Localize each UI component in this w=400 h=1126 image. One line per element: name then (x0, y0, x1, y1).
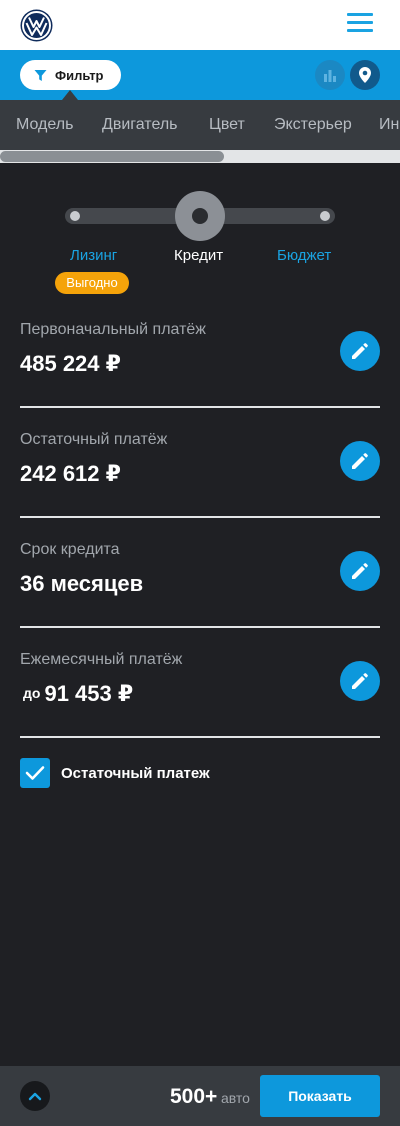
funnel-icon (34, 69, 47, 81)
divider (20, 516, 380, 518)
divider (20, 626, 380, 628)
divider (20, 736, 380, 738)
filter-button-label: Фильтр (55, 67, 104, 83)
field-label: Остаточный платёж (20, 431, 168, 448)
hamburger-menu-icon[interactable] (347, 13, 373, 37)
category-tabs: Модель Двигатель Цвет Экстерьер Ин (0, 100, 400, 150)
divider (20, 406, 380, 408)
scroll-up-button[interactable] (20, 1081, 50, 1111)
field-value: 485 224 ₽ (20, 351, 121, 376)
edit-residual-payment-button[interactable] (340, 441, 380, 481)
map-pin-icon (359, 67, 371, 83)
slider-stop-budget[interactable] (320, 211, 330, 221)
filter-button[interactable]: Фильтр (20, 60, 121, 90)
filter-pointer (62, 90, 78, 100)
pencil-icon (352, 563, 368, 579)
chart-button[interactable] (315, 60, 345, 90)
bottom-bar: 500+ авто Показать (0, 1066, 400, 1126)
chevron-up-icon (28, 1092, 42, 1101)
credit-term-field: Срок кредита 36 месяцев (20, 541, 380, 651)
field-value: 36 месяцев (20, 571, 144, 596)
tab-engine[interactable]: Двигатель (102, 116, 178, 134)
mode-credit[interactable]: Кредит (174, 247, 223, 264)
filter-bar: Фильтр (0, 50, 400, 100)
edit-initial-payment-button[interactable] (340, 331, 380, 371)
monthly-payment-field: Ежемесячный платёж до 91 453 ₽ (20, 651, 380, 761)
field-label: Срок кредита (20, 541, 120, 558)
residual-payment-checkbox[interactable] (20, 758, 50, 788)
slider-knob[interactable] (175, 191, 225, 241)
mode-budget[interactable]: Бюджет (277, 247, 331, 264)
result-count: 500+ (170, 1085, 218, 1108)
field-value: до 91 453 ₽ (23, 681, 134, 706)
tabs-scrollbar-thumb[interactable] (0, 151, 224, 162)
mode-leasing[interactable]: Лизинг (70, 247, 117, 264)
edit-monthly-payment-button[interactable] (340, 661, 380, 701)
tab-color[interactable]: Цвет (209, 116, 245, 134)
volkswagen-logo[interactable] (20, 9, 53, 42)
result-count-unit: авто (221, 1090, 250, 1106)
bar-chart-icon (324, 70, 336, 82)
value-prefix: до (23, 685, 41, 701)
residual-payment-field: Остаточный платёж 242 612 ₽ (20, 431, 380, 541)
show-results-button[interactable]: Показать (260, 1075, 380, 1117)
field-label: Первоначальный платёж (20, 321, 206, 338)
residual-payment-checkbox-label[interactable]: Остаточный платеж (61, 765, 210, 782)
initial-payment-field: Первоначальный платёж 485 224 ₽ (20, 321, 380, 431)
tab-exterior[interactable]: Экстерьер (274, 116, 352, 134)
field-label: Ежемесячный платёж (20, 651, 183, 668)
pencil-icon (352, 343, 368, 359)
edit-credit-term-button[interactable] (340, 551, 380, 591)
app-header (0, 0, 400, 50)
pencil-icon (352, 673, 368, 689)
tab-model[interactable]: Модель (16, 116, 73, 134)
slider-stop-leasing[interactable] (70, 211, 80, 221)
checkmark-icon (25, 766, 45, 780)
map-button[interactable] (350, 60, 380, 90)
pencil-icon (352, 453, 368, 469)
profitable-badge: Выгодно (55, 272, 129, 294)
tab-interior[interactable]: Ин (379, 116, 399, 134)
tabs-scrollbar[interactable] (0, 150, 400, 163)
field-value: 242 612 ₽ (20, 461, 121, 486)
